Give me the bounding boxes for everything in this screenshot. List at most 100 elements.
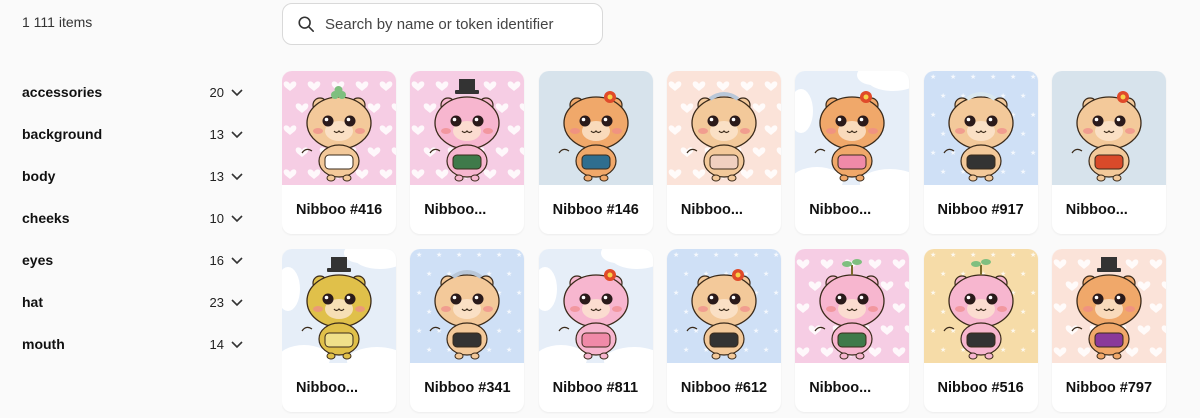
svg-text:★: ★ (426, 346, 432, 354)
svg-text:★: ★ (1020, 270, 1026, 278)
svg-text:★: ★ (713, 251, 719, 259)
svg-text:★: ★ (950, 251, 956, 259)
svg-text:★: ★ (693, 251, 699, 259)
svg-text:★: ★ (516, 289, 522, 297)
svg-text:★: ★ (506, 270, 512, 278)
nft-image: ★★★★★★★★★★★★★★★★★★★★★★★★★★★★★★★★★★★★ (666, 249, 781, 363)
svg-text:★: ★ (1010, 327, 1016, 335)
nft-name: Nibboo #612 (680, 380, 768, 396)
svg-text:★: ★ (1020, 92, 1026, 100)
nft-grid: Nibboo #416 Nibboo... Nibboo #146 Nibboo… (282, 71, 1200, 418)
nft-name: Nibboo #341 (424, 380, 511, 396)
svg-text:★: ★ (940, 270, 946, 278)
svg-text:★: ★ (683, 346, 689, 354)
svg-text:★: ★ (1010, 149, 1016, 157)
svg-text:★: ★ (950, 73, 956, 81)
svg-text:★: ★ (773, 251, 779, 259)
search-icon (298, 16, 315, 33)
nft-card[interactable]: Nibboo... (795, 71, 910, 234)
svg-text:★: ★ (673, 289, 679, 297)
svg-text:★: ★ (1020, 346, 1026, 354)
filter-cheeks[interactable]: cheeks 10 (22, 197, 244, 239)
svg-text:★: ★ (1030, 111, 1036, 119)
nft-card[interactable]: Nibboo... (666, 71, 781, 234)
svg-text:★: ★ (773, 327, 779, 335)
filter-count: 14 (209, 336, 224, 352)
filter-count: 13 (209, 168, 224, 184)
filter-eyes[interactable]: eyes 16 (22, 239, 244, 281)
filter-hat[interactable]: hat 23 (22, 281, 244, 323)
svg-text:★: ★ (516, 251, 522, 259)
nft-image (1051, 249, 1166, 363)
filter-label: accessories (22, 84, 103, 100)
search-box[interactable] (282, 3, 603, 45)
svg-text:★: ★ (753, 251, 759, 259)
nft-card[interactable]: Nibboo #811 (538, 249, 653, 412)
nft-image (282, 249, 396, 363)
nft-card[interactable]: ★★★★★★★★★★★★★★★★★★★★★★★★★★★★★★★★★★★★ Nib… (923, 249, 1038, 412)
svg-text:★: ★ (673, 327, 679, 335)
nft-name: Nibboo... (296, 380, 359, 396)
svg-text:★: ★ (506, 346, 512, 354)
nft-image (795, 71, 910, 185)
filter-count: 20 (209, 84, 224, 100)
nft-card[interactable]: ★★★★★★★★★★★★★★★★★★★★★★★★★★★★★★★★★★★★ Nib… (666, 249, 781, 412)
svg-text:★: ★ (930, 251, 936, 259)
svg-text:★: ★ (930, 149, 936, 157)
chevron-down-icon (231, 215, 243, 223)
svg-text:★: ★ (436, 251, 442, 259)
filter-background[interactable]: background 13 (22, 113, 244, 155)
svg-text:★: ★ (940, 168, 946, 176)
filter-label: eyes (22, 252, 54, 268)
nft-card[interactable]: Nibboo... (282, 249, 396, 412)
nft-name: Nibboo #416 (296, 202, 383, 218)
nft-card[interactable]: Nibboo #797 (1051, 249, 1166, 412)
svg-text:★: ★ (1030, 289, 1036, 297)
svg-text:★: ★ (1030, 327, 1036, 335)
svg-text:★: ★ (506, 308, 512, 316)
trait-filters: accessories 20 background 13 body 13 che… (22, 71, 244, 365)
svg-text:★: ★ (990, 251, 996, 259)
svg-text:★: ★ (773, 289, 779, 297)
svg-text:★: ★ (1000, 346, 1006, 354)
nft-card[interactable]: Nibboo... (410, 71, 525, 234)
filter-label: body (22, 168, 56, 184)
svg-text:★: ★ (970, 73, 976, 81)
svg-text:★: ★ (416, 251, 422, 259)
svg-text:★: ★ (930, 73, 936, 81)
filter-count: 13 (209, 126, 224, 142)
svg-text:★: ★ (970, 251, 976, 259)
svg-text:★: ★ (1030, 149, 1036, 157)
filter-mouth[interactable]: mouth 14 (22, 323, 244, 365)
nft-card[interactable]: Nibboo... (795, 249, 910, 412)
nft-name: Nibboo #811 (552, 380, 639, 396)
svg-text:★: ★ (416, 327, 422, 335)
nft-card[interactable]: Nibboo... (1051, 71, 1166, 234)
svg-text:★: ★ (426, 308, 432, 316)
svg-text:★: ★ (416, 289, 422, 297)
nft-card[interactable]: Nibboo #416 (282, 71, 396, 234)
svg-text:★: ★ (683, 308, 689, 316)
svg-text:★: ★ (930, 327, 936, 335)
svg-text:★: ★ (1030, 73, 1036, 81)
nft-name: Nibboo #797 (1065, 380, 1153, 396)
svg-text:★: ★ (426, 270, 432, 278)
svg-text:★: ★ (733, 251, 739, 259)
nft-name: Nibboo... (680, 202, 743, 218)
nft-card[interactable]: ★★★★★★★★★★★★★★★★★★★★★★★★★★★★★★★★★★★★ Nib… (923, 71, 1038, 234)
filter-accessories[interactable]: accessories 20 (22, 71, 244, 113)
filter-count: 23 (209, 294, 224, 310)
svg-text:★: ★ (990, 73, 996, 81)
svg-text:★: ★ (930, 289, 936, 297)
svg-text:★: ★ (456, 251, 462, 259)
svg-text:★: ★ (1020, 130, 1026, 138)
nft-card[interactable]: ★★★★★★★★★★★★★★★★★★★★★★★★★★★★★★★★★★★★ Nib… (410, 249, 525, 412)
chevron-down-icon (231, 89, 243, 97)
nft-card[interactable]: Nibboo #146 (538, 71, 653, 234)
filter-count: 16 (209, 252, 224, 268)
search-input[interactable] (325, 15, 585, 33)
svg-text:★: ★ (673, 251, 679, 259)
nft-image: ★★★★★★★★★★★★★★★★★★★★★★★★★★★★★★★★★★★★ (923, 71, 1038, 185)
svg-text:★: ★ (496, 251, 502, 259)
filter-body[interactable]: body 13 (22, 155, 244, 197)
